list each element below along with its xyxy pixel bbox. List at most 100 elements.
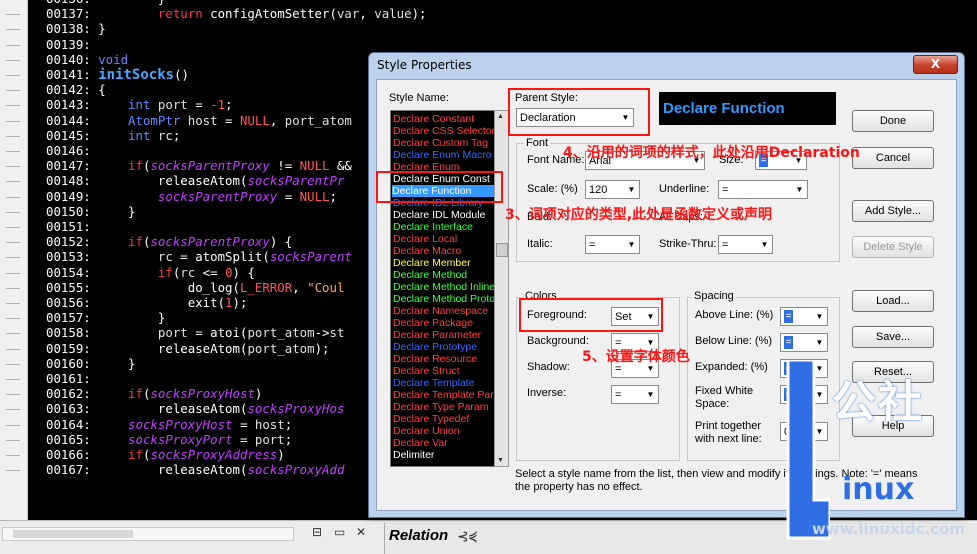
style-list-item[interactable]: Declare Template Param (393, 389, 508, 401)
horizontal-scrollbar[interactable] (2, 527, 294, 541)
code-line[interactable]: 00143: int port = -1; (46, 97, 233, 112)
relation-graph-icon[interactable]: ⊰⋞ (457, 529, 477, 545)
style-list-item[interactable]: Declare IDL Module (393, 209, 485, 221)
inverse-select[interactable]: = ▼ (611, 385, 659, 404)
line-number: 00145: (46, 127, 99, 143)
style-list-item[interactable]: Declare Interface (393, 221, 473, 233)
style-list-item[interactable]: Declare Enum Macro (393, 149, 492, 161)
code-line[interactable]: 00155: do_log(L_ERROR, "Coul (46, 280, 344, 295)
strike-thru-select[interactable]: = ▼ (718, 235, 773, 254)
code-token: if (98, 386, 143, 402)
line-number: 00163: (46, 401, 99, 417)
style-list-item[interactable]: Declare Package (393, 317, 473, 329)
close-panel-icon[interactable]: ✕ (356, 525, 366, 539)
style-list-item[interactable]: Declare Method Inline (393, 281, 495, 293)
code-token: if (98, 447, 143, 462)
gutter-marker (6, 196, 20, 198)
code-line[interactable]: 00149: socksParentProxy = NULL; (46, 189, 337, 204)
style-list-item[interactable]: Declare Member (393, 257, 471, 269)
code-line[interactable]: 00165: socksProxyPort = port; (46, 432, 292, 447)
code-token: != (269, 158, 300, 174)
code-line[interactable]: 00159: releaseAtom(port_atom); (46, 341, 330, 356)
style-list-item[interactable]: Declare Custom Tag (393, 137, 488, 149)
code-token: socksParentProxy (150, 158, 270, 174)
style-list-item[interactable]: Declare Method (393, 269, 467, 281)
code-line[interactable]: 00145: int rc; (46, 128, 180, 143)
code-line[interactable]: 00161: (46, 371, 98, 386)
style-list-item[interactable]: Declare Union (393, 425, 460, 437)
load-button[interactable]: Load... (852, 290, 934, 312)
code-line[interactable]: 00151: (46, 219, 98, 234)
save-button[interactable]: Save... (852, 326, 934, 348)
code-line[interactable]: 00157: } (46, 310, 165, 325)
code-line[interactable]: 00142: { (46, 82, 106, 97)
below-line-select[interactable]: = ▼ (780, 333, 828, 352)
style-list-item[interactable]: Declare Method Proto (393, 293, 495, 305)
code-line[interactable]: 00154: if(rc <= 0) { (46, 265, 255, 280)
underline-select[interactable]: = ▼ (718, 180, 808, 199)
watermark-gongshe: 公社 (832, 377, 924, 428)
code-line[interactable]: 00167: releaseAtom(socksProxyAdd (46, 462, 344, 477)
code-line[interactable]: 00158: port = atoi(port_atom->st (46, 325, 344, 340)
style-list-item[interactable]: Declare Typedef (393, 413, 469, 425)
style-list-item[interactable]: Declare CSS Selector (393, 125, 495, 137)
watermark-linux: inux (842, 472, 915, 507)
code-line[interactable]: 00144: AtomPtr host = NULL, port_atom (46, 113, 352, 128)
done-button[interactable]: Done (852, 110, 934, 132)
style-list-item[interactable]: Declare Parameter (393, 329, 481, 341)
code-line[interactable]: 00141: initSocks() (46, 67, 189, 83)
code-line[interactable]: 00139: (46, 37, 98, 52)
italic-select[interactable]: = ▼ (585, 235, 640, 254)
style-list-item[interactable]: Declare Resource (393, 353, 477, 365)
code-line[interactable]: 00138: } (46, 21, 106, 36)
style-list-item[interactable]: Declare Macro (393, 245, 461, 257)
cancel-button[interactable]: Cancel (852, 147, 934, 169)
code-line[interactable]: 00162: if(socksProxyHost) (46, 386, 262, 401)
code-token: ; (329, 188, 337, 204)
code-token: atoi (210, 325, 240, 341)
code-line[interactable]: 00153: rc = atomSplit(socksParent (46, 249, 352, 264)
style-list-item[interactable]: Declare Var (393, 437, 448, 449)
style-list-item[interactable]: Declare Local (393, 233, 457, 245)
scrollbar-thumb[interactable] (13, 530, 133, 538)
style-list-scrollbar[interactable]: ▲ ▼ (494, 110, 509, 467)
close-button[interactable]: X (913, 55, 958, 74)
code-line[interactable]: 00166: if(socksProxyAddress) (46, 447, 285, 462)
window-icon[interactable]: ▭ (334, 525, 345, 539)
style-list-scroll-thumb[interactable] (496, 243, 508, 257)
code-line[interactable]: 00160: } (46, 356, 136, 371)
code-line[interactable]: 00148: releaseAtom(socksParentPr (46, 173, 344, 188)
font-group-label: Font (524, 137, 551, 149)
gutter-marker (6, 287, 20, 289)
add-style-button[interactable]: Add Style... (852, 200, 934, 222)
style-list-item[interactable]: Declare Prototype (393, 341, 477, 353)
code-line[interactable]: 00146: (46, 143, 98, 158)
scroll-down-icon[interactable]: ▼ (497, 457, 504, 464)
code-line[interactable]: 00136: } (46, 0, 165, 6)
code-token: int (98, 97, 158, 113)
scroll-up-icon[interactable]: ▲ (497, 113, 504, 120)
code-line[interactable]: 00164: socksProxyHost = host; (46, 417, 292, 432)
scale-select[interactable]: 120 ▼ (585, 180, 640, 199)
code-line[interactable]: 00156: exit(1); (46, 295, 247, 310)
delete-style-button[interactable]: Delete Style (852, 236, 934, 258)
code-token: releaseAtom (98, 462, 240, 478)
code-token: socksProxyPort (98, 431, 233, 447)
code-line[interactable]: 00147: if(socksParentProxy != NULL && (46, 158, 352, 173)
style-name-list[interactable]: Declare Constant Declare CSS Selector Decl… (390, 110, 509, 467)
code-line[interactable]: 00140: void (46, 52, 128, 67)
style-list-item[interactable]: Declare Struct (393, 365, 460, 377)
style-list-item[interactable]: Declare Namespace (393, 305, 488, 317)
style-list-item[interactable]: Delimiter (393, 449, 434, 461)
code-line[interactable]: 00152: if(socksParentProxy) { (46, 234, 292, 249)
style-list-item[interactable]: Declare Constant (393, 113, 474, 125)
code-line[interactable]: 00137: return configAtomSetter(var, valu… (46, 6, 427, 21)
code-line[interactable]: 00150: } (46, 204, 136, 219)
code-line[interactable]: 00163: releaseAtom(socksProxyHos (46, 401, 344, 416)
style-list-item[interactable]: Declare Template (393, 377, 475, 389)
style-list-item[interactable]: Declare Type Param (393, 401, 489, 413)
line-number: 00161: (46, 371, 99, 386)
above-line-select[interactable]: = ▼ (780, 307, 828, 326)
code-token: "Coul (307, 279, 345, 295)
pin-icon[interactable]: ⊟ (312, 525, 322, 539)
